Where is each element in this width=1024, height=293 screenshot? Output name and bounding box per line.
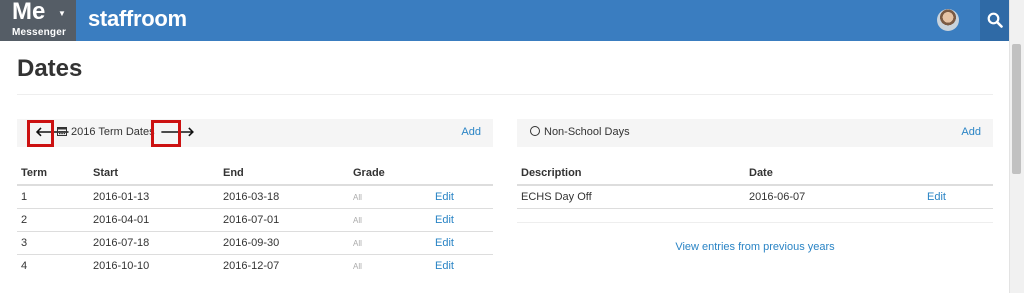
column-header-description: Description bbox=[517, 162, 745, 186]
edit-link[interactable]: Edit bbox=[431, 208, 493, 232]
table-row: 2 2016-04-01 2016-07-01 All Edit bbox=[17, 208, 493, 232]
add-non-school-day-link[interactable]: Add bbox=[961, 126, 981, 138]
term-cell: 1 bbox=[17, 185, 89, 209]
table-row: 3 2016-07-18 2016-09-30 All Edit bbox=[17, 231, 493, 255]
non-school-days-panel-header: Non-School Days Add bbox=[517, 119, 993, 147]
column-header-actions bbox=[431, 162, 493, 186]
end-cell: 2016-07-01 bbox=[219, 208, 349, 232]
term-dates-label: 2016 Term Dates bbox=[71, 126, 155, 138]
non-school-days-table: Description Date ECHS Day Off 2016-06-07… bbox=[517, 162, 993, 209]
grade-cell: All bbox=[349, 231, 431, 255]
end-cell: 2016-12-07 bbox=[223, 260, 280, 272]
table-header-row: Term Start End Grade bbox=[17, 162, 493, 186]
end-cell: 2016-09-30 bbox=[219, 231, 349, 255]
column-header-start: Start bbox=[89, 162, 219, 186]
term-cell: 4 bbox=[21, 260, 28, 272]
term-cell: 3 bbox=[17, 231, 89, 255]
grade-cell: All bbox=[349, 208, 431, 232]
column-header-date: Date bbox=[745, 162, 923, 186]
messenger-label: Messenger bbox=[12, 27, 67, 38]
divider bbox=[517, 222, 993, 223]
start-cell: 2016-01-13 bbox=[89, 185, 219, 209]
term-dates-title: 2016 Term Dates bbox=[57, 126, 155, 138]
non-school-days-label: Non-School Days bbox=[544, 126, 630, 138]
table-row: 4 2016-10-10 2016-12-07 All Edit bbox=[17, 255, 493, 278]
brand-logo[interactable]: staffroom bbox=[88, 6, 187, 32]
start-cell: 2016-04-01 bbox=[89, 208, 219, 232]
end-cell: 2016-03-18 bbox=[219, 185, 349, 209]
edit-link[interactable]: Edit bbox=[431, 185, 493, 209]
page-title: Dates bbox=[17, 55, 83, 82]
edit-link[interactable]: Edit bbox=[431, 255, 493, 278]
term-dates-table: Term Start End Grade 1 2016-01-13 2016-0… bbox=[17, 162, 493, 277]
date-cell: 2016-06-07 bbox=[745, 185, 923, 209]
user-avatar[interactable] bbox=[937, 9, 959, 31]
clock-icon bbox=[530, 126, 540, 136]
grade-cell: All bbox=[353, 261, 362, 271]
messenger-menu-button[interactable]: Me ▼ Messenger bbox=[0, 0, 76, 41]
edit-link[interactable]: Edit bbox=[431, 231, 493, 255]
non-school-days-title: Non-School Days bbox=[530, 126, 630, 138]
term-cell: 2 bbox=[17, 208, 89, 232]
highlight-box-next bbox=[151, 120, 181, 147]
search-button[interactable] bbox=[980, 0, 1009, 41]
caret-down-icon: ▼ bbox=[58, 9, 66, 18]
start-cell: 2016-07-18 bbox=[89, 231, 219, 255]
column-header-end: End bbox=[219, 162, 349, 186]
table-row: ECHS Day Off 2016-06-07 Edit bbox=[517, 185, 993, 209]
description-cell: ECHS Day Off bbox=[517, 185, 745, 209]
me-label: Me bbox=[12, 0, 46, 25]
view-previous-years-link[interactable]: View entries from previous years bbox=[517, 241, 993, 253]
start-cell: 2016-10-10 bbox=[93, 260, 150, 272]
scrollbar-thumb[interactable] bbox=[1012, 44, 1021, 174]
edit-link[interactable]: Edit bbox=[923, 185, 993, 209]
search-icon bbox=[987, 12, 1003, 28]
term-dates-panel-header: 🡐 2016 Term Dates 🡒 Add bbox=[17, 119, 493, 147]
column-header-term: Term bbox=[17, 162, 89, 186]
column-header-grade: Grade bbox=[349, 162, 431, 186]
calendar-icon bbox=[57, 127, 67, 136]
add-term-link[interactable]: Add bbox=[461, 126, 481, 138]
table-header-row: Description Date bbox=[517, 162, 993, 186]
column-header-actions bbox=[923, 162, 993, 186]
table-row: 1 2016-01-13 2016-03-18 All Edit bbox=[17, 185, 493, 209]
divider bbox=[17, 94, 993, 95]
grade-cell: All bbox=[349, 185, 431, 209]
highlight-box-previous bbox=[27, 120, 54, 147]
